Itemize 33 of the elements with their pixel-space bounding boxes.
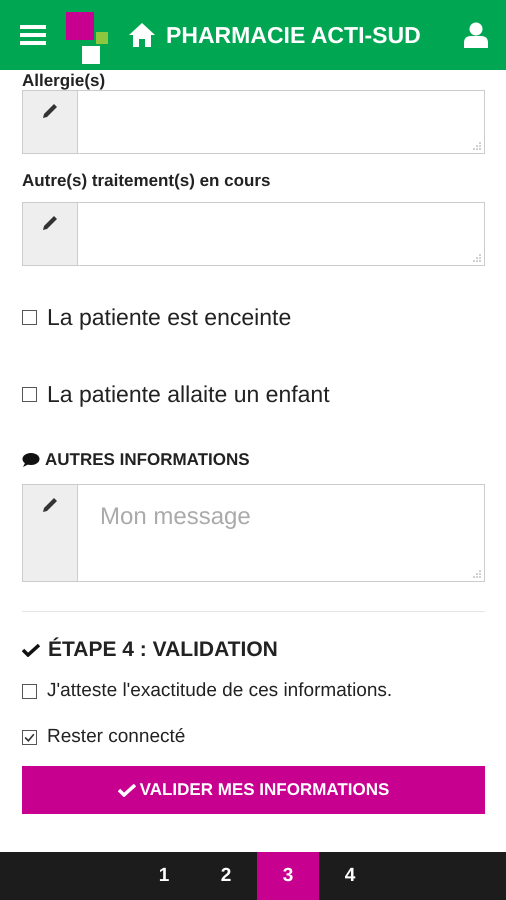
resize-grip-icon[interactable] [473,254,481,262]
field-label: Allergie(s) [22,72,106,90]
step-tab[interactable]: 3 [257,852,319,900]
menu-icon[interactable] [20,24,46,46]
checkbox[interactable] [22,387,37,402]
checkbox-label: Rester connecté [47,726,186,748]
resize-grip-icon[interactable] [473,570,481,578]
section-heading: ÉTAPE 4 : VALIDATION [48,638,278,662]
checkbox-label: La patiente allaite un enfant [47,381,330,408]
checkbox-label: J'atteste l'exactitude de ces informations. [47,680,392,702]
logo-icon [64,10,110,66]
user-icon[interactable] [464,22,488,48]
checkbox[interactable] [22,730,37,744]
step-tab[interactable]: 1 [133,852,195,900]
resize-grip-icon[interactable] [473,142,481,150]
section-heading: AUTRES INFORMATIONS [45,450,250,470]
text-area[interactable] [22,90,485,154]
step-tab[interactable]: 2 [195,852,257,900]
checkbox-label: La patiente est enceinte [47,304,292,331]
checkbox[interactable] [22,310,37,325]
check-icon [22,643,40,657]
validate-button[interactable]: VALIDER MES INFORMATIONS [22,766,485,814]
checkbox[interactable] [22,684,37,698]
pencil-icon [40,101,60,121]
check-icon [118,783,136,797]
home-icon[interactable] [128,22,156,48]
pencil-icon [40,213,60,233]
speech-bubble-icon [22,452,40,468]
pencil-icon [40,495,60,515]
field-label: Autre(s) traitement(s) en cours [22,172,272,190]
step-tab[interactable]: 4 [319,852,381,900]
text-area[interactable] [22,202,485,266]
app-title: PHARMACIE ACTI-SUD [166,22,422,48]
